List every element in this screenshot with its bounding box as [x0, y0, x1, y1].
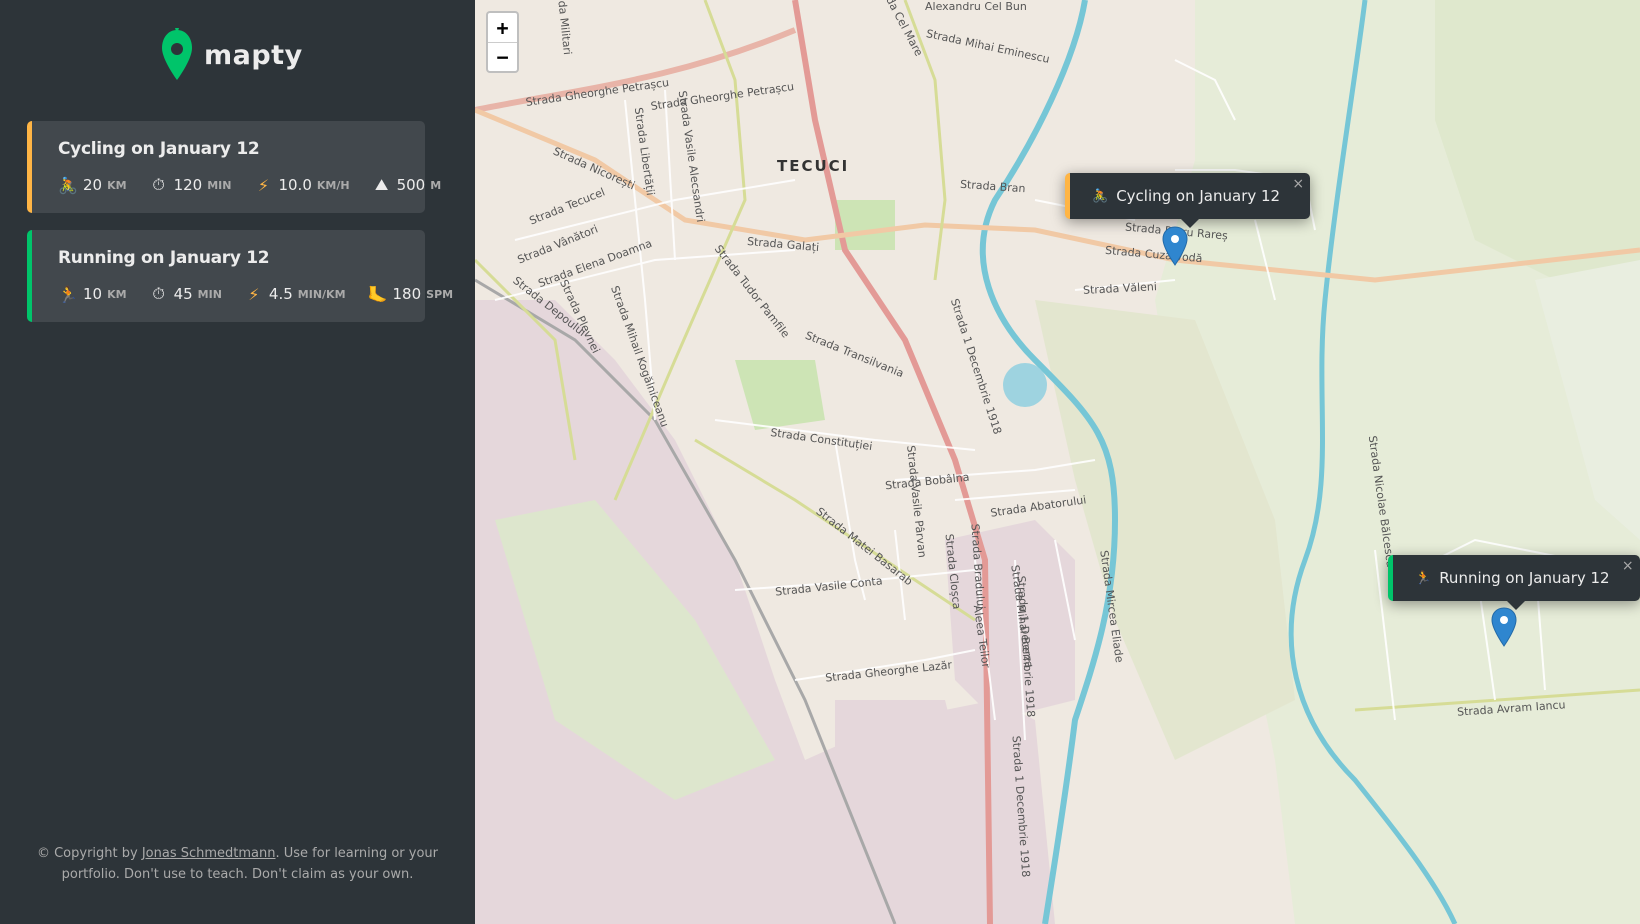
- street-label: Alexandru Cel Bun: [925, 0, 1027, 13]
- map-marker-icon[interactable]: [1162, 226, 1188, 266]
- detail-unit: spm: [426, 287, 454, 301]
- workout-detail-distance: 🏃 10 km: [58, 284, 127, 304]
- cycling-icon: 🚴: [1092, 188, 1109, 204]
- workout-detail-cadence: 🦶 180 spm: [368, 284, 454, 304]
- popup-running[interactable]: 🏃 Running on January 12 ×: [1388, 555, 1640, 610]
- workout-detail-elevation: ⛰ 500 m: [372, 175, 442, 195]
- workout-detail-pace: ⚡ 4.5 min/km: [244, 284, 346, 304]
- workout-detail-duration: ⏱ 45 min: [149, 284, 222, 304]
- workout-item-cycling[interactable]: Cycling on January 12 🚴 20 km ⏱ 120 min …: [27, 121, 441, 213]
- detail-unit: km: [107, 287, 127, 301]
- zoom-control: + −: [486, 11, 519, 73]
- detail-unit: m: [430, 178, 442, 192]
- workout-detail-speed: ⚡ 10.0 km/h: [253, 175, 350, 195]
- running-icon: 🏃: [58, 284, 78, 304]
- stopwatch-icon: ⏱: [152, 284, 165, 303]
- detail-value: 10.0: [278, 176, 312, 194]
- detail-unit: min: [207, 178, 232, 192]
- map[interactable]: TECUCI Strada Gheorghe Petrașcu Strada G…: [475, 0, 1640, 924]
- detail-value: 45: [173, 285, 193, 303]
- lightning-icon: ⚡: [248, 284, 260, 304]
- detail-value: 4.5: [268, 285, 293, 303]
- logo: mapty: [162, 28, 303, 82]
- close-icon[interactable]: ×: [1292, 176, 1304, 192]
- detail-unit: min/km: [297, 287, 346, 301]
- cycling-icon: 🚴: [58, 175, 78, 195]
- detail-value: 500: [396, 176, 426, 194]
- workout-title: Cycling on January 12: [58, 139, 260, 159]
- workout-detail-distance: 🚴 20 km: [58, 175, 127, 195]
- workout-title: Running on January 12: [58, 248, 270, 268]
- workout-details: 🚴 20 km ⏱ 120 min ⚡ 10.0 km/h ⛰ 500 m: [58, 175, 463, 195]
- footprint-icon: 🦶: [367, 284, 388, 304]
- map-tiles: [475, 0, 1640, 924]
- workout-detail-duration: ⏱ 120 min: [149, 175, 232, 195]
- copyright-prefix: © Copyright by: [36, 846, 142, 861]
- map-pin-logo-icon: [162, 28, 192, 80]
- detail-unit: km: [107, 178, 127, 192]
- detail-unit: km/h: [316, 178, 350, 192]
- detail-value: 180: [392, 285, 422, 303]
- popup-cycling[interactable]: 🚴 Cycling on January 12 ×: [1065, 173, 1311, 228]
- detail-value: 20: [83, 176, 103, 194]
- map-marker-icon[interactable]: [1491, 607, 1517, 647]
- popup-label: Running on January 12: [1439, 569, 1610, 587]
- author-link[interactable]: Jonas Schmedtmann: [142, 846, 276, 861]
- detail-value: 120: [173, 176, 203, 194]
- mountain-icon: ⛰: [374, 175, 389, 194]
- running-icon: 🏃: [1415, 570, 1432, 586]
- close-icon[interactable]: ×: [1622, 558, 1634, 574]
- detail-unit: min: [197, 287, 222, 301]
- lightning-icon: ⚡: [257, 175, 270, 195]
- popup-label: Cycling on January 12: [1116, 187, 1281, 205]
- workout-item-running[interactable]: Running on January 12 🏃 10 km ⏱ 45 min ⚡…: [27, 230, 453, 322]
- stopwatch-icon: ⏱: [152, 175, 165, 194]
- workout-details: 🏃 10 km ⏱ 45 min ⚡ 4.5 min/km 🦶 180 spm: [58, 284, 475, 304]
- app-name: mapty: [204, 39, 303, 71]
- zoom-out-button[interactable]: −: [488, 42, 517, 71]
- city-label: TECUCI: [777, 157, 850, 175]
- detail-value: 10: [83, 285, 103, 303]
- copyright: © Copyright by Jonas Schmedtmann. Use fo…: [20, 843, 455, 885]
- zoom-in-button[interactable]: +: [488, 13, 517, 42]
- sidebar: mapty Cycling on January 12 🚴 20 km ⏱ 12…: [0, 0, 475, 924]
